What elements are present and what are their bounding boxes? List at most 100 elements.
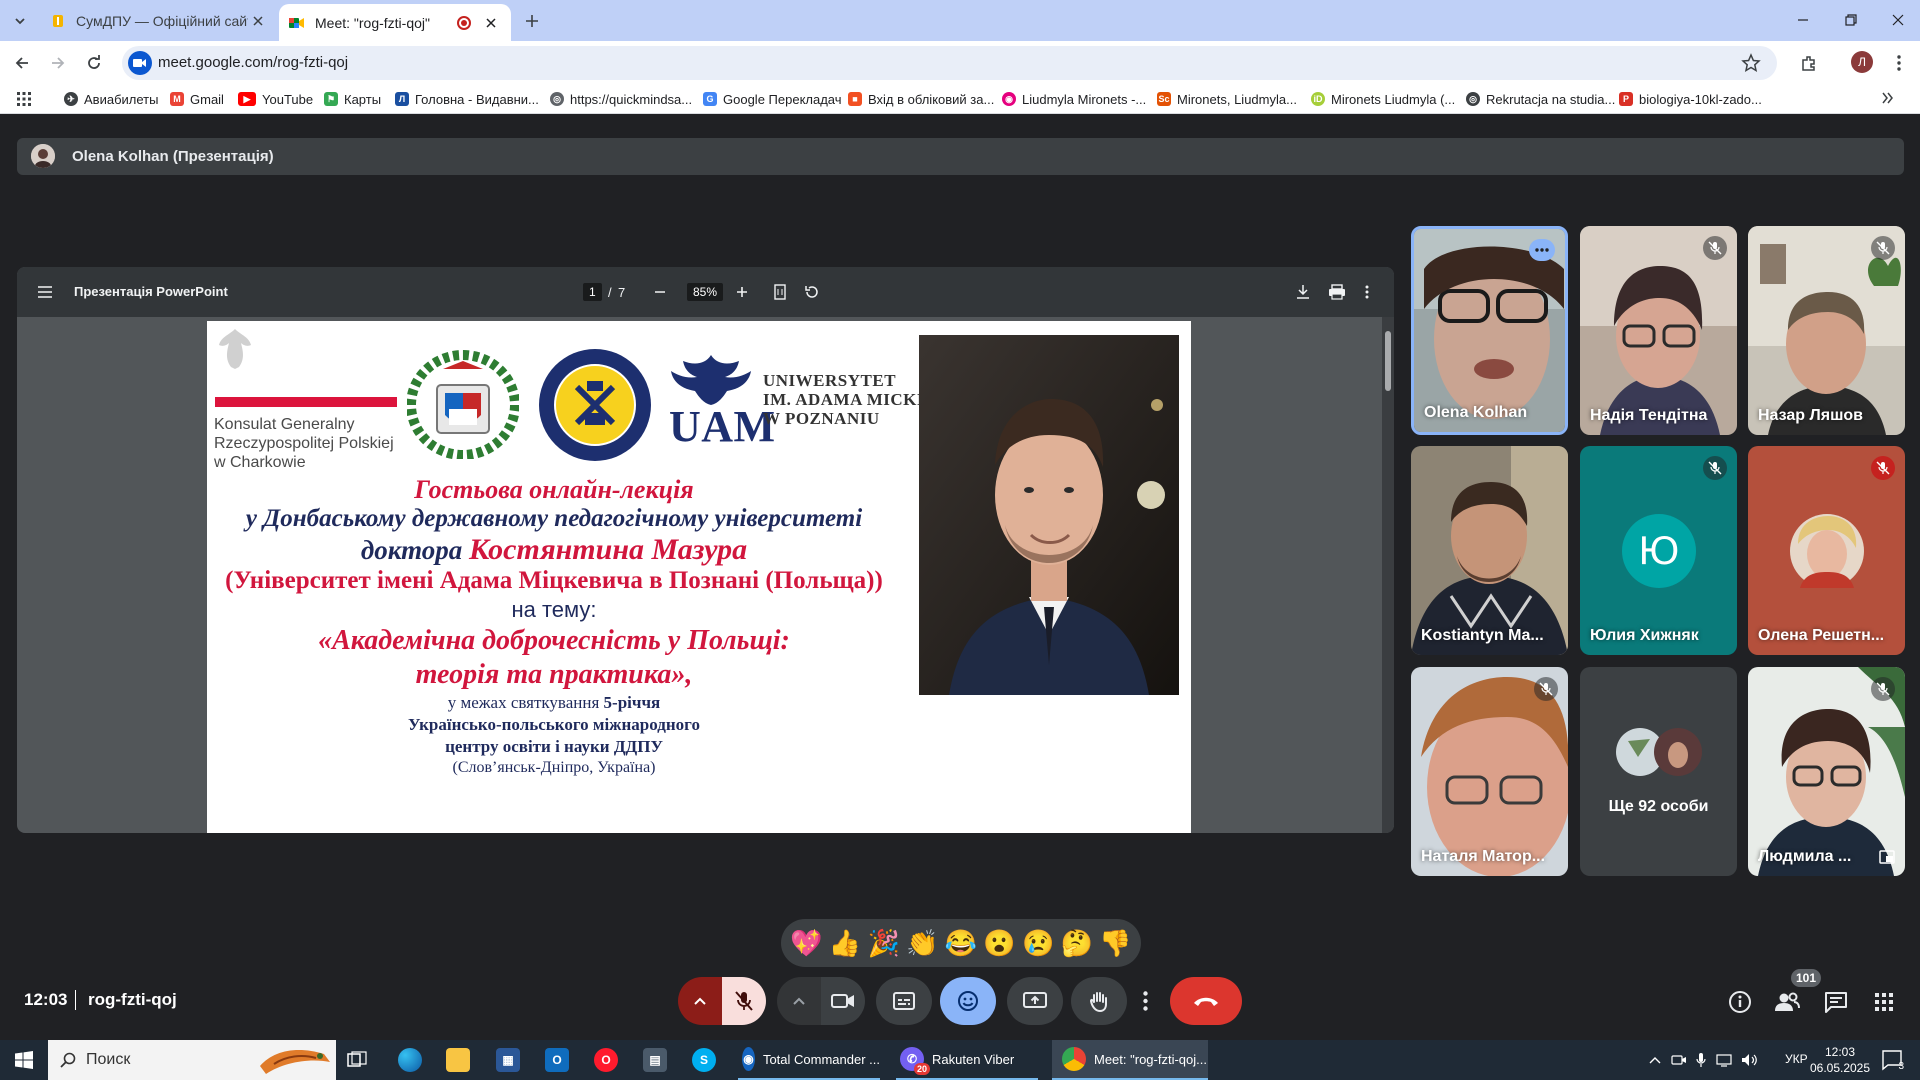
microphone-tray-icon[interactable] — [1692, 1051, 1710, 1069]
pop-out-icon[interactable] — [1879, 850, 1895, 864]
taskbar-calculator[interactable]: ▤ — [643, 1040, 667, 1080]
taskbar-outlook[interactable]: O — [545, 1040, 569, 1080]
microphone-toggle-button[interactable] — [722, 977, 766, 1025]
participant-tile[interactable]: Надія Тендітна — [1580, 226, 1737, 435]
audio-options-button[interactable] — [678, 977, 722, 1025]
tab-sumdpu[interactable]: СумДПУ — Офіційний сайт С... — [40, 0, 278, 41]
participant-more-icon[interactable] — [1529, 239, 1555, 261]
restore-window-button[interactable] — [1837, 8, 1865, 32]
camera-toggle-button[interactable] — [821, 977, 865, 1025]
bookmark-item[interactable]: ◉ Liudmyla Mironets -... — [1002, 90, 1146, 108]
task-view-button[interactable] — [346, 1040, 374, 1080]
participant-tile[interactable]: Людмила ... — [1748, 667, 1905, 876]
participant-tile[interactable]: Olena Kolhan — [1411, 226, 1568, 435]
address-bar[interactable]: meet.google.com/rog-fzti-qoj — [122, 46, 1777, 80]
bookmark-item[interactable]: ▶ YouTube — [238, 90, 313, 108]
more-options-button[interactable] — [1133, 977, 1157, 1025]
site-info-icon[interactable] — [128, 51, 152, 75]
chat-button[interactable] — [1821, 987, 1851, 1017]
viewer-scrollbar[interactable] — [1382, 317, 1394, 833]
forward-button[interactable] — [45, 50, 71, 76]
reaction-thumbs-up[interactable]: 👍 — [826, 928, 864, 958]
zoom-in-button[interactable] — [730, 280, 754, 304]
taskbar-store[interactable]: ▦ — [496, 1040, 520, 1080]
tab-meet[interactable]: Meet: "rog-fzti-qoj" — [279, 4, 511, 41]
tab-search-button[interactable] — [8, 9, 32, 33]
bookmark-item[interactable]: iD Mironets Liudmyla (... — [1311, 90, 1455, 108]
leave-call-button[interactable] — [1170, 977, 1242, 1025]
reaction-thinking[interactable]: 🤔 — [1058, 928, 1096, 958]
captions-button[interactable] — [876, 977, 932, 1025]
notifications-button[interactable]: 3 — [1880, 1048, 1904, 1072]
bookmark-item[interactable]: Л Головна - Видавни... — [395, 90, 539, 108]
network-tray-icon[interactable] — [1716, 1051, 1734, 1069]
reaction-surprised[interactable]: 😮 — [981, 928, 1019, 958]
reaction-party-popper[interactable]: 🎉 — [865, 928, 903, 958]
bookmark-item[interactable]: ◎ Rekrutacja na studia... — [1466, 90, 1615, 108]
bookmark-item[interactable]: ⚑ Карты — [324, 90, 381, 108]
bookmark-item[interactable]: M Gmail — [170, 90, 224, 108]
reload-button[interactable] — [81, 50, 107, 76]
minimize-window-button[interactable] — [1789, 8, 1817, 32]
reactions-button[interactable] — [940, 977, 996, 1025]
participant-tile[interactable]: Наталя Матор... — [1411, 667, 1568, 876]
viewer-menu-icon[interactable] — [33, 280, 57, 304]
taskbar-total-commander[interactable]: ◉ Total Commander ... — [738, 1040, 880, 1080]
bookmark-star-icon[interactable] — [1741, 53, 1761, 73]
back-button[interactable] — [9, 50, 35, 76]
bookmark-item[interactable]: ✈ Авиабилеты — [64, 90, 158, 108]
profile-avatar[interactable]: Л — [1851, 51, 1873, 73]
start-button[interactable] — [0, 1040, 48, 1080]
input-language[interactable]: УКР — [1785, 1052, 1808, 1066]
taskbar-file-explorer[interactable] — [446, 1040, 470, 1080]
reaction-sparkling-heart[interactable]: 💖 — [787, 928, 825, 958]
reaction-laughing[interactable]: 😂 — [942, 928, 980, 958]
activities-button[interactable] — [1869, 987, 1899, 1017]
reaction-thumbs-down[interactable]: 👎 — [1097, 928, 1135, 958]
more-bookmarks-icon[interactable] — [1880, 91, 1894, 105]
taskbar-opera[interactable]: O — [594, 1040, 618, 1080]
page-number-input[interactable]: 1 — [583, 283, 602, 301]
zoom-level-input[interactable]: 85% — [687, 283, 724, 301]
new-tab-button[interactable] — [520, 9, 544, 33]
people-button[interactable] — [1772, 987, 1802, 1017]
scrollbar-thumb[interactable] — [1385, 331, 1391, 391]
taskbar-skype[interactable]: S — [692, 1040, 716, 1080]
present-screen-button[interactable] — [1007, 977, 1063, 1025]
rotate-button[interactable] — [800, 280, 824, 304]
close-tab-icon[interactable] — [481, 13, 501, 33]
reaction-clapping[interactable]: 👏 — [903, 928, 941, 958]
system-clock[interactable]: 12:03 06.05.2025 — [1808, 1044, 1872, 1076]
others-tile[interactable]: Ще 92 особи — [1580, 667, 1737, 876]
volume-tray-icon[interactable] — [1741, 1051, 1759, 1069]
taskbar-edge[interactable] — [398, 1040, 422, 1080]
download-button[interactable] — [1291, 280, 1315, 304]
bookmark-item[interactable]: G Google Перекладач — [703, 90, 842, 108]
reaction-crying[interactable]: 😢 — [1019, 928, 1057, 958]
meet-tray-icon[interactable] — [1670, 1051, 1688, 1069]
viewer-more-icon[interactable] — [1355, 280, 1379, 304]
bookmark-item[interactable]: ◎ https://quickmindsa... — [550, 90, 692, 108]
print-button[interactable] — [1325, 280, 1349, 304]
menu-kebab-icon[interactable] — [1886, 50, 1912, 76]
bookmark-item[interactable]: ■ Вхід в обліковий за... — [848, 90, 994, 108]
bookmark-item[interactable]: Pbiologiya-10kl-zado... — [1619, 90, 1762, 108]
close-window-button[interactable] — [1884, 8, 1912, 32]
apps-grid-icon[interactable] — [16, 91, 32, 107]
show-hidden-icons-button[interactable] — [1646, 1051, 1664, 1069]
bookmark-item[interactable]: Sc Mironets, Liudmyla... — [1157, 90, 1297, 108]
participant-tile[interactable]: Kostiantyn Ma... — [1411, 446, 1568, 655]
fit-page-button[interactable] — [768, 280, 792, 304]
participant-tile[interactable]: Олена Решетн... — [1748, 446, 1905, 655]
close-tab-icon[interactable] — [248, 11, 268, 31]
participant-tile[interactable]: Ю Юлия Хижняк — [1580, 446, 1737, 655]
extensions-icon[interactable] — [1796, 50, 1822, 76]
taskbar-search[interactable]: Поиск — [48, 1040, 336, 1080]
video-options-button[interactable] — [777, 977, 821, 1025]
zoom-out-button[interactable] — [648, 280, 672, 304]
meeting-details-button[interactable] — [1725, 987, 1755, 1017]
raise-hand-button[interactable] — [1071, 977, 1127, 1025]
taskbar-viber[interactable]: ✆ 20 Rakuten Viber — [896, 1040, 1038, 1080]
taskbar-chrome[interactable]: Meet: "rog-fzti-qoj... — [1052, 1040, 1208, 1080]
participant-tile[interactable]: Назар Ляшов — [1748, 226, 1905, 435]
